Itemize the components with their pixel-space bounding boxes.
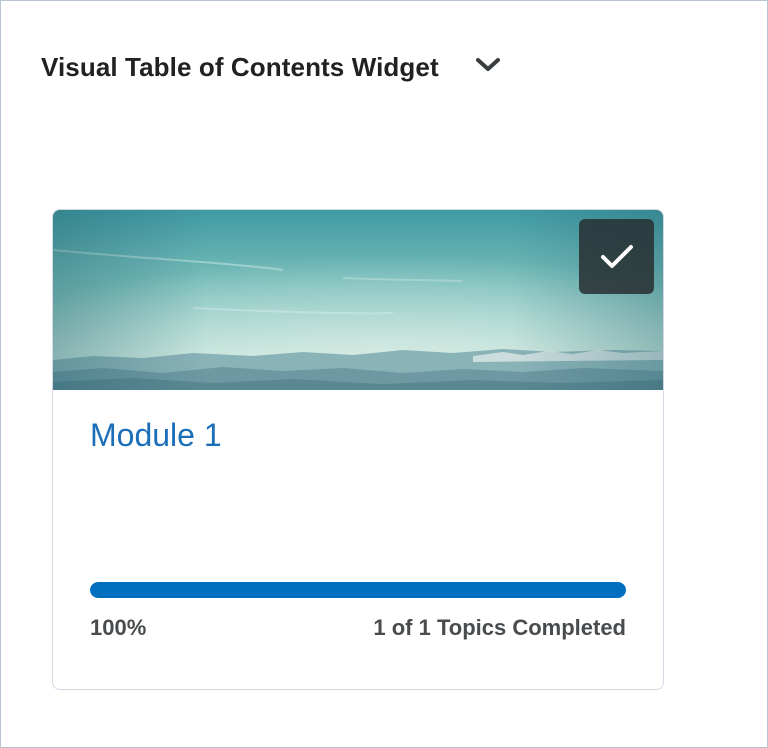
- progress-footer: 100% 1 of 1 Topics Completed: [90, 614, 626, 642]
- completed-badge: [579, 219, 654, 294]
- module-title: Module 1: [90, 417, 222, 453]
- widget-header: Visual Table of Contents Widget: [41, 47, 505, 87]
- chevron-down-icon: [474, 56, 502, 79]
- module-card-image: [53, 210, 663, 390]
- progress-bar-fill: [90, 582, 626, 598]
- collapse-button[interactable]: [471, 50, 505, 84]
- progress-percent: 100%: [90, 615, 147, 640]
- module-card[interactable]: Module 1 100% 1 of 1 Topics Completed: [52, 209, 664, 690]
- widget-title: Visual Table of Contents Widget: [41, 52, 439, 82]
- topics-completed-count: 1 of 1 Topics Completed: [373, 615, 626, 640]
- visual-toc-widget: Visual Table of Contents Widget Module 1…: [0, 0, 768, 748]
- progress-bar: [90, 582, 626, 598]
- checkmark-icon: [599, 243, 635, 271]
